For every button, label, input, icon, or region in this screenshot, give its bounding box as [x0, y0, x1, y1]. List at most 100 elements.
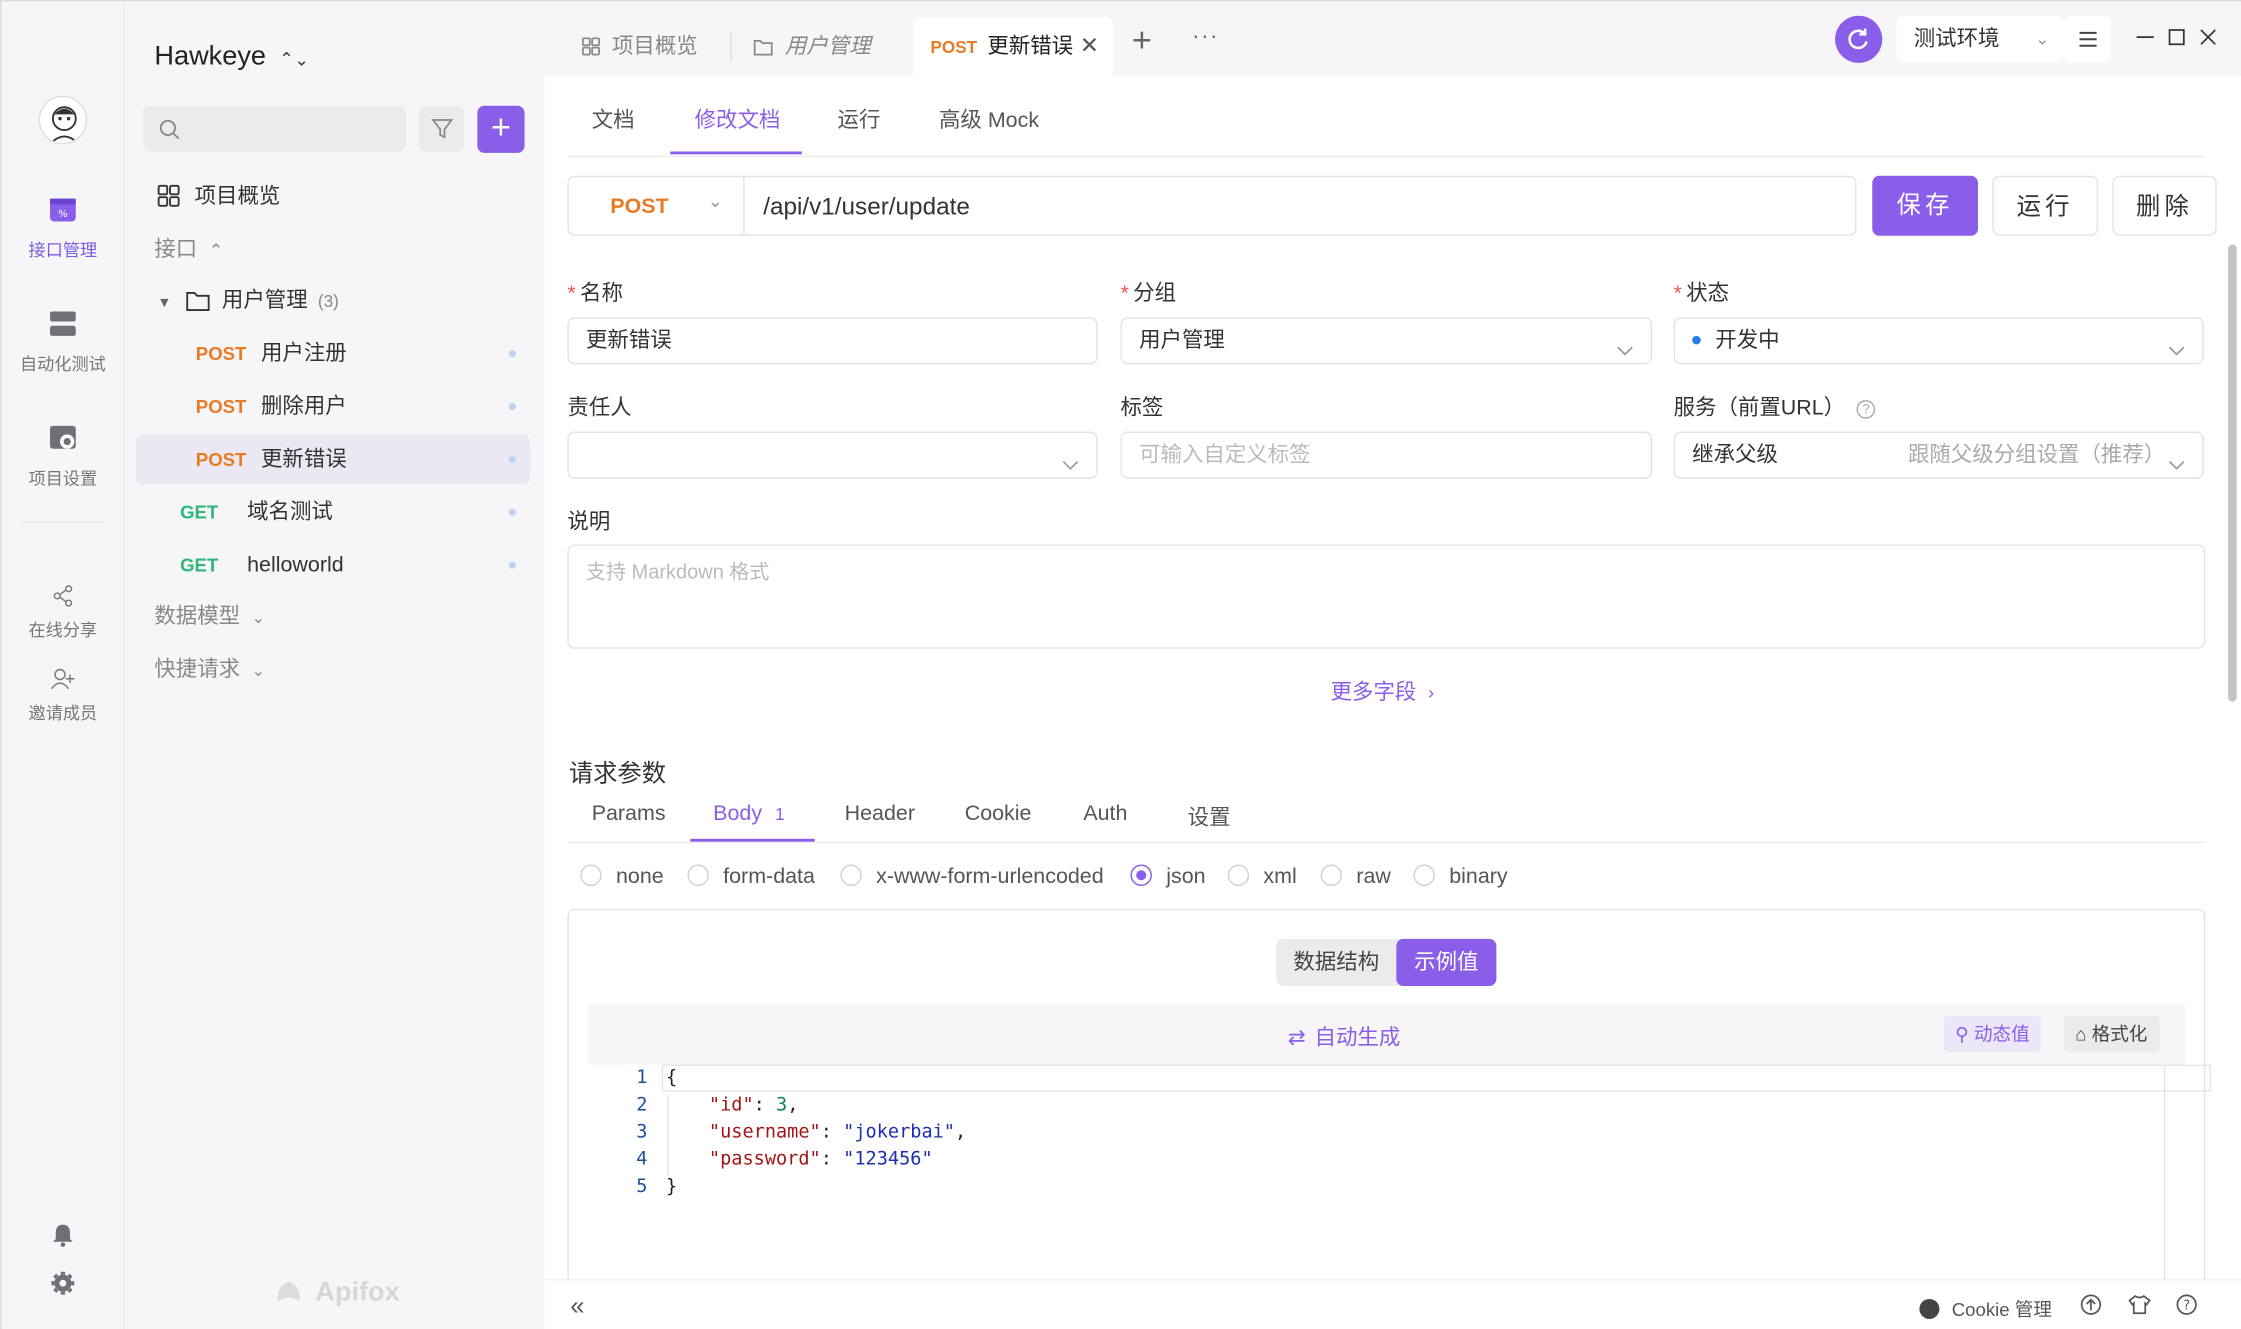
- format-button[interactable]: ⌂ 格式化: [2063, 1016, 2159, 1052]
- tab-overview[interactable]: 项目概览: [573, 17, 706, 76]
- hamburger-icon: [2079, 31, 2097, 47]
- view-example-button[interactable]: 示例值: [1396, 938, 1497, 987]
- shirt-icon[interactable]: [2128, 1293, 2151, 1320]
- code-line: "username": "jokerbai",: [708, 1121, 967, 1144]
- more-tabs-icon[interactable]: ···: [1192, 24, 1219, 50]
- url-input[interactable]: /api/v1/user/update: [763, 193, 970, 222]
- sidebar-section-quick-requests[interactable]: 快捷请求 ⌄: [136, 644, 530, 694]
- name-field[interactable]: 更新错误: [567, 317, 1098, 365]
- sidebar-section-interfaces[interactable]: 接口 ⌃: [136, 224, 530, 274]
- method-badge: POST: [930, 37, 978, 58]
- sidebar-item-overview[interactable]: 项目概览: [136, 171, 530, 221]
- svg-text:%: %: [58, 209, 68, 220]
- body-type-form-data[interactable]: form-data: [687, 864, 815, 889]
- name-label: * 名称: [567, 281, 623, 306]
- delete-button[interactable]: 删除: [2112, 175, 2217, 236]
- sync-button[interactable]: [1835, 15, 1883, 63]
- apifox-logo-icon: [277, 1281, 301, 1302]
- description-input[interactable]: 支持 Markdown 格式: [567, 544, 2206, 649]
- endpoint-item[interactable]: GET helloworld: [136, 540, 530, 590]
- tab-active-endpoint[interactable]: POST 更新错误 ✕: [913, 17, 1114, 76]
- more-fields-label: 更多字段: [1330, 680, 1417, 705]
- api-manage-icon: %: [1, 196, 124, 229]
- sidebar-folder[interactable]: ▼ 用户管理 (3): [136, 276, 530, 326]
- body-type-binary[interactable]: binary: [1413, 864, 1508, 889]
- rail-share[interactable]: 在线分享: [1, 584, 124, 641]
- cookie-manager-button[interactable]: Cookie 管理: [1919, 1295, 2052, 1322]
- endpoint-item-selected[interactable]: POST 更新错误: [135, 434, 531, 485]
- settings-gear-icon[interactable]: [50, 1270, 76, 1303]
- more-fields-link[interactable]: 更多字段 ›: [1331, 676, 1435, 706]
- line-number: 2: [636, 1094, 648, 1117]
- endpoint-item[interactable]: POST 删除用户: [136, 382, 530, 432]
- filter-button[interactable]: [418, 105, 465, 152]
- project-switcher[interactable]: Hawkeye ⌃⌃: [154, 41, 308, 72]
- method-badge: GET: [180, 501, 219, 524]
- collapse-sidebar-icon[interactable]: «: [570, 1292, 584, 1322]
- add-button[interactable]: +: [477, 105, 525, 153]
- help-circle-icon[interactable]: ?: [2175, 1293, 2198, 1320]
- subtab-mock[interactable]: 高级 Mock: [939, 104, 1039, 134]
- endpoint-name: 用户注册: [260, 341, 347, 366]
- request-params-title: 请求参数: [568, 760, 667, 788]
- maximize-icon[interactable]: [2167, 27, 2187, 54]
- group-select[interactable]: 用户管理: [1120, 317, 1653, 365]
- rail-automation[interactable]: 自动化测试: [1, 310, 124, 376]
- subtab-underline: [670, 151, 802, 155]
- minimize-icon[interactable]: [2135, 27, 2155, 54]
- chevron-right-icon: ›: [1428, 681, 1435, 704]
- bell-icon[interactable]: [50, 1222, 76, 1255]
- tab-settings[interactable]: 设置: [1188, 802, 1231, 832]
- subtab-run[interactable]: 运行: [838, 104, 881, 134]
- brand-name: Apifox: [315, 1277, 400, 1308]
- tab-body[interactable]: Body 1: [713, 802, 785, 826]
- tab-params[interactable]: Params: [592, 802, 666, 826]
- dynamic-value-label: 动态值: [1973, 1023, 2030, 1045]
- environment-select[interactable]: 测试环境 ⌄: [1896, 15, 2064, 63]
- endpoint-item[interactable]: GET 域名测试: [136, 487, 530, 537]
- endpoint-name: helloworld: [247, 553, 344, 578]
- env-menu-button[interactable]: [2063, 15, 2111, 63]
- user-avatar[interactable]: [38, 95, 88, 145]
- subtab-divider: [567, 155, 2206, 158]
- status-select[interactable]: 开发中: [1673, 317, 2204, 365]
- subtab-doc[interactable]: 文档: [592, 104, 635, 134]
- group-label: * 分组: [1120, 281, 1177, 306]
- close-icon[interactable]: ✕: [1080, 17, 1099, 76]
- code-line: }: [666, 1176, 678, 1198]
- service-select[interactable]: 继承父级 跟随父级分组设置（推荐）: [1673, 431, 2204, 479]
- body-type-none[interactable]: none: [580, 864, 664, 889]
- code-line: {: [666, 1067, 678, 1089]
- section-label: 快捷请求: [154, 657, 241, 682]
- add-tab-icon[interactable]: +: [1132, 21, 1152, 61]
- rail-api-manage[interactable]: % 接口管理: [1, 196, 124, 262]
- run-button[interactable]: 运行: [1992, 175, 2099, 236]
- help-icon[interactable]: ?: [1856, 400, 1876, 419]
- body-type-raw[interactable]: raw: [1320, 864, 1391, 889]
- json-code-editor[interactable]: 1 2 3 4 5 { "id": 3, "username": "jokerb…: [587, 1064, 2211, 1279]
- body-type-urlencoded[interactable]: x-www-form-urlencoded: [840, 864, 1104, 889]
- rail-project-settings[interactable]: 项目设置: [1, 424, 124, 490]
- main-scrollbar[interactable]: [2228, 244, 2237, 702]
- endpoint-item[interactable]: POST 用户注册: [136, 329, 530, 379]
- save-button[interactable]: 保存: [1872, 175, 1979, 236]
- tab-cookie[interactable]: Cookie: [965, 802, 1032, 826]
- sidebar-section-data-models[interactable]: 数据模型 ⌄: [136, 592, 530, 642]
- rail-invite[interactable]: 邀请成员: [1, 667, 124, 724]
- dynamic-value-button[interactable]: ⚲ 动态值: [1943, 1016, 2042, 1052]
- search-input[interactable]: [142, 105, 406, 152]
- auto-generate-button[interactable]: ⇄ 自动生成: [1288, 1022, 1401, 1052]
- view-schema-button[interactable]: 数据结构: [1276, 939, 1396, 986]
- window-close-icon[interactable]: [2198, 27, 2218, 54]
- subtab-edit-doc[interactable]: 修改文档: [695, 104, 781, 134]
- body-type-xml[interactable]: xml: [1227, 864, 1297, 889]
- rail-label: 在线分享: [28, 620, 98, 641]
- body-type-json[interactable]: json: [1130, 864, 1206, 889]
- tab-header[interactable]: Header: [845, 802, 915, 826]
- tab-auth[interactable]: Auth: [1083, 802, 1127, 826]
- tab-user-management[interactable]: 用户管理: [750, 17, 873, 76]
- tags-input[interactable]: 可输入自定义标签: [1120, 431, 1653, 479]
- method-select[interactable]: POST ⌄: [569, 177, 745, 235]
- owner-select[interactable]: [567, 431, 1098, 479]
- upload-icon[interactable]: [2079, 1293, 2102, 1320]
